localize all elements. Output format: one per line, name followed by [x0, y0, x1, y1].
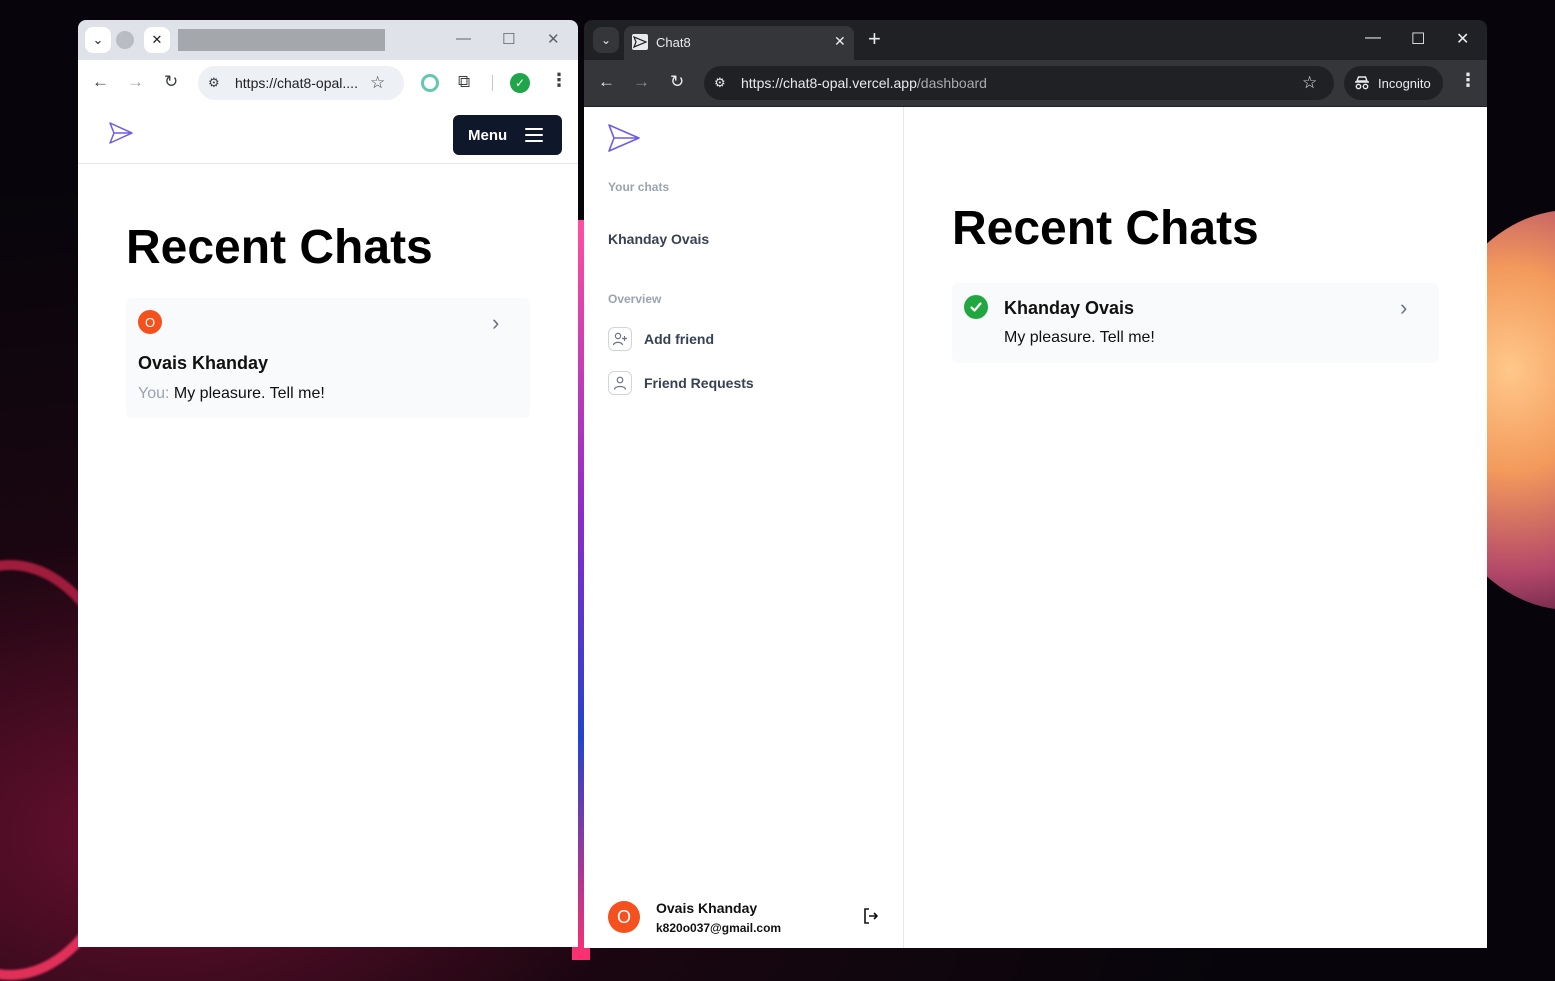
message-text: My pleasure. Tell me! — [173, 385, 325, 402]
page-title: Recent Chats — [952, 202, 1259, 255]
incognito-icon — [1355, 76, 1369, 90]
sidebar-item-friend-requests[interactable]: Friend Requests — [608, 371, 754, 395]
page-content: Your chats Khanday Ovais Overview Add fr… — [584, 107, 1487, 948]
site-info-icon[interactable]: ⚙ — [714, 75, 726, 91]
sign-out-icon[interactable] — [862, 907, 880, 930]
url-path: /dashboard — [916, 75, 987, 91]
main-panel: Recent Chats Khanday Ovais My pleasure. … — [904, 107, 1487, 948]
minimize-button[interactable]: — — [1365, 29, 1381, 47]
chat-last-message: My pleasure. Tell me! — [1004, 329, 1155, 346]
tab-chat8[interactable]: Chat8 ✕ — [624, 26, 854, 60]
sidebar-item-label: Friend Requests — [644, 375, 754, 391]
incognito-label: Incognito — [1378, 75, 1431, 91]
logo-icon[interactable] — [108, 121, 134, 150]
toolbar: ← → ↻ ⚙ https://chat8-opal.vercel.app/da… — [584, 60, 1487, 106]
avatar: O — [608, 901, 640, 933]
hamburger-icon — [525, 128, 544, 142]
menu-label: Menu — [468, 126, 508, 144]
forward-icon[interactable]: → — [127, 72, 144, 92]
sidebar-chat-item[interactable]: Khanday Ovais — [608, 231, 709, 247]
toolbar: ← → ↻ ⚙ https://chat8-opal.... ☆ ⧉ ✓ ⋮ — [78, 60, 578, 106]
avatar: O — [138, 310, 162, 334]
bookmark-star-icon[interactable]: ☆ — [1302, 73, 1317, 93]
user-plus-icon — [608, 327, 632, 351]
chat-name: Ovais Khanday — [138, 353, 269, 373]
close-window-button[interactable]: ✕ — [547, 30, 560, 48]
tab-strip: ⌄ ✕ — ☐ ✕ — [78, 20, 578, 60]
sidebar-item-add-friend[interactable]: Add friend — [608, 327, 714, 351]
tab-title: Chat8 — [656, 35, 691, 50]
sidebar-item-label: Add friend — [644, 331, 714, 347]
forward-icon[interactable]: → — [633, 72, 650, 92]
address-text[interactable]: https://chat8-opal.vercel.app/dashboard — [741, 75, 987, 91]
chat-name: Khanday Ovais — [1004, 298, 1135, 318]
browser-menu-icon[interactable]: ⋮ — [550, 70, 568, 91]
page-title: Recent Chats — [126, 221, 433, 274]
user-email: k820o037@gmail.com — [656, 921, 782, 935]
maximize-button[interactable]: ☐ — [1411, 29, 1425, 49]
github-tab-icon[interactable] — [116, 31, 134, 49]
menu-button[interactable]: Menu — [453, 115, 562, 155]
chat-card[interactable]: O › Ovais Khanday You: My pleasure. Tell… — [126, 298, 530, 418]
extensions-puzzle-icon[interactable]: ⧉ — [458, 72, 470, 92]
extension-ring-icon[interactable] — [421, 74, 439, 92]
extension-check-icon[interactable]: ✓ — [510, 73, 530, 93]
redacted-tab-area — [178, 29, 385, 51]
tab-search-button[interactable]: ⌄ — [593, 27, 619, 53]
user-name: Ovais Khanday — [656, 900, 758, 916]
tab-strip: ⌄ Chat8 ✕ + — ☐ ✕ — [584, 20, 1487, 60]
maximize-button[interactable]: ☐ — [502, 30, 515, 48]
browser-window-right: ⌄ Chat8 ✕ + — ☐ ✕ ← → ↻ ⚙ https://chat8-… — [584, 20, 1487, 948]
chat-last-message: You: My pleasure. Tell me! — [138, 385, 325, 403]
address-bar[interactable]: ⚙ https://chat8-opal.... ☆ — [198, 66, 404, 100]
bookmark-star-icon[interactable]: ☆ — [370, 73, 385, 93]
address-text[interactable]: https://chat8-opal.... — [235, 75, 358, 91]
current-user: O Ovais Khanday k820o037@gmail.com — [608, 900, 880, 936]
page-content: Menu Recent Chats O › Ovais Khanday You:… — [78, 106, 578, 947]
toolbar-divider — [492, 75, 493, 91]
browser-window-left: ⌄ ✕ — ☐ ✕ ← → ↻ ⚙ https://chat8-opal....… — [78, 20, 578, 947]
your-chats-label: Your chats — [608, 180, 670, 194]
chat-card[interactable]: Khanday Ovais My pleasure. Tell me! › — [952, 283, 1439, 363]
reload-icon[interactable]: ↻ — [164, 72, 178, 92]
new-tab-icon[interactable]: + — [868, 26, 881, 52]
reload-icon[interactable]: ↻ — [670, 72, 684, 92]
close-window-button[interactable]: ✕ — [1456, 29, 1469, 49]
back-icon[interactable]: ← — [598, 72, 615, 92]
chevron-right-icon: › — [1400, 295, 1408, 320]
mobile-header: Menu — [78, 106, 578, 164]
chevron-right-icon: › — [492, 310, 500, 335]
check-circle-icon — [964, 295, 988, 319]
tab-close-button[interactable]: ✕ — [144, 27, 170, 53]
back-icon[interactable]: ← — [92, 72, 109, 92]
sidebar: Your chats Khanday Ovais Overview Add fr… — [584, 107, 904, 948]
url-host: https://chat8-opal.vercel.app — [741, 75, 917, 91]
site-info-icon[interactable]: ⚙ — [208, 75, 220, 91]
tab-close-icon[interactable]: ✕ — [834, 33, 846, 50]
logo-icon[interactable] — [607, 123, 641, 158]
chat8-favicon — [632, 34, 648, 50]
message-prefix: You: — [138, 385, 170, 402]
overview-label: Overview — [608, 292, 662, 306]
address-bar[interactable]: ⚙ https://chat8-opal.vercel.app/dashboar… — [704, 66, 1334, 100]
incognito-badge[interactable]: Incognito — [1344, 66, 1443, 100]
browser-menu-icon[interactable]: ⋮ — [1459, 70, 1477, 91]
minimize-button[interactable]: — — [456, 30, 471, 47]
tab-search-button[interactable]: ⌄ — [85, 27, 111, 53]
user-icon — [608, 371, 632, 395]
